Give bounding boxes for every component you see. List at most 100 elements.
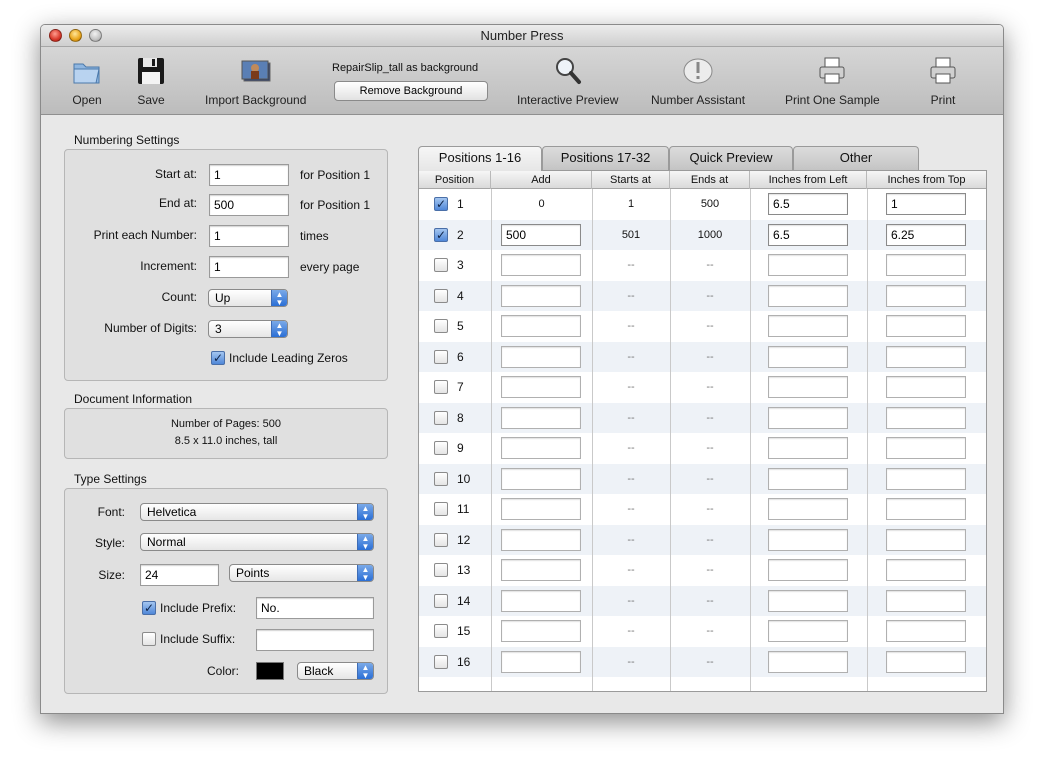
print-one-sample-button[interactable]: Print One Sample <box>785 55 880 107</box>
color-popup[interactable]: Black ▲ ▼ <box>297 662 374 680</box>
position-enable-checkbox[interactable] <box>434 532 448 547</box>
add-field[interactable] <box>501 254 581 276</box>
position-enable-checkbox[interactable] <box>434 471 448 486</box>
position-enable-checkbox[interactable] <box>434 349 448 364</box>
position-enable-checkbox[interactable] <box>434 563 448 577</box>
inches-from-left-field[interactable] <box>768 315 848 337</box>
inches-from-left-field[interactable] <box>768 559 848 581</box>
count-value: Up <box>215 291 231 305</box>
inches-from-left-field[interactable] <box>768 284 848 307</box>
position-enable-checkbox[interactable] <box>434 441 448 455</box>
add-field[interactable]: 500 <box>501 223 581 246</box>
add-field[interactable] <box>501 315 581 337</box>
inches-from-top-field[interactable]: 6.25 <box>886 223 966 246</box>
print-button[interactable]: Print <box>927 55 959 107</box>
add-field[interactable] <box>501 437 581 459</box>
position-enable-checkbox[interactable]: ✓ <box>434 197 448 211</box>
inches-from-left-field[interactable] <box>768 437 848 459</box>
position-enable-checkbox[interactable] <box>434 654 448 669</box>
increment-field[interactable]: 1 <box>209 256 289 278</box>
position-number: 10 <box>457 471 471 486</box>
inches-from-top-field[interactable] <box>886 315 966 337</box>
open-button[interactable]: Open <box>71 55 103 107</box>
inches-from-top-field[interactable] <box>886 376 966 398</box>
add-field[interactable] <box>501 528 581 551</box>
end-at-field[interactable]: 500 <box>209 194 289 216</box>
interactive-preview-button[interactable]: Interactive Preview <box>517 55 618 107</box>
position-number: 15 <box>457 624 471 638</box>
inches-from-top-field[interactable] <box>886 254 966 276</box>
column-header-starts-at: Starts at <box>592 171 670 189</box>
include-prefix-checkbox[interactable]: ✓ <box>142 601 156 615</box>
digits-popup[interactable]: 3 ▲ ▼ <box>208 320 288 338</box>
position-enable-checkbox[interactable] <box>434 288 448 303</box>
inches-from-top-field[interactable] <box>886 498 966 520</box>
inches-from-top-field[interactable] <box>886 620 966 642</box>
position-number: 2 <box>457 227 464 242</box>
inches-from-top-field[interactable] <box>886 650 966 673</box>
inches-from-left-field[interactable] <box>768 345 848 368</box>
inches-from-left-field[interactable] <box>768 650 848 673</box>
inches-from-top-field[interactable] <box>886 284 966 307</box>
position-enable-checkbox[interactable]: ✓ <box>434 227 448 242</box>
inches-from-top-field[interactable]: 1 <box>886 193 966 215</box>
position-enable-checkbox[interactable] <box>434 380 448 394</box>
inches-from-top-field[interactable] <box>886 406 966 429</box>
add-field[interactable] <box>501 498 581 520</box>
size-field[interactable]: 24 <box>140 564 219 586</box>
add-field[interactable] <box>501 467 581 490</box>
prefix-field[interactable]: No. <box>256 597 374 619</box>
inches-from-top-field[interactable] <box>886 437 966 459</box>
tab-other[interactable]: Other <box>793 146 919 170</box>
inches-from-top-field[interactable] <box>886 589 966 612</box>
add-field[interactable] <box>501 406 581 429</box>
position-enable-checkbox[interactable] <box>434 258 448 272</box>
number-assistant-button[interactable]: Number Assistant <box>651 55 745 107</box>
inches-from-left-field[interactable] <box>768 589 848 612</box>
size-unit-popup[interactable]: Points ▲ ▼ <box>229 564 374 582</box>
inches-from-left-field[interactable] <box>768 254 848 276</box>
color-swatch[interactable] <box>256 662 284 680</box>
add-field[interactable] <box>501 589 581 612</box>
import-background-button[interactable]: Import Background <box>205 55 306 107</box>
add-field[interactable] <box>501 284 581 307</box>
position-enable-checkbox[interactable] <box>434 624 448 638</box>
inches-from-left-field[interactable]: 6.5 <box>768 193 848 215</box>
add-field[interactable] <box>501 650 581 673</box>
position-enable-checkbox[interactable] <box>434 502 448 516</box>
inches-from-left-field[interactable] <box>768 467 848 490</box>
inches-from-left-field[interactable] <box>768 498 848 520</box>
inches-from-top-field[interactable] <box>886 528 966 551</box>
digits-value: 3 <box>215 322 222 336</box>
font-popup[interactable]: Helvetica ▲ ▼ <box>140 503 374 521</box>
add-field[interactable] <box>501 559 581 581</box>
inches-from-top-field[interactable] <box>886 345 966 368</box>
add-field[interactable] <box>501 376 581 398</box>
tab-positions-1-16[interactable]: Positions 1-16 <box>418 146 542 171</box>
inches-from-left-field[interactable] <box>768 620 848 642</box>
tab-positions-17-32[interactable]: Positions 17-32 <box>542 146 669 170</box>
suffix-field[interactable] <box>256 629 374 651</box>
remove-background-button[interactable]: Remove Background <box>334 81 488 101</box>
tab-quick-preview[interactable]: Quick Preview <box>669 146 793 170</box>
style-label: Style: <box>94 536 125 550</box>
include-suffix-checkbox[interactable] <box>142 632 156 646</box>
position-enable-checkbox[interactable] <box>434 319 448 333</box>
add-field[interactable] <box>501 620 581 642</box>
count-popup[interactable]: Up ▲ ▼ <box>208 289 288 307</box>
inches-from-left-field[interactable] <box>768 406 848 429</box>
inches-from-top-field[interactable] <box>886 559 966 581</box>
style-popup[interactable]: Normal ▲ ▼ <box>140 533 374 551</box>
inches-from-top-field[interactable] <box>886 467 966 490</box>
leading-zeros-checkbox[interactable]: ✓ <box>211 351 225 365</box>
start-at-field[interactable]: 1 <box>209 164 289 186</box>
add-field[interactable] <box>501 345 581 368</box>
inches-from-left-field[interactable]: 6.5 <box>768 223 848 246</box>
save-button[interactable]: Save <box>135 55 167 107</box>
inches-from-left-field[interactable] <box>768 528 848 551</box>
inches-from-left-field[interactable] <box>768 376 848 398</box>
size-label: Size: <box>98 568 125 582</box>
position-enable-checkbox[interactable] <box>434 593 448 608</box>
print-each-number-field[interactable]: 1 <box>209 225 289 247</box>
position-enable-checkbox[interactable] <box>434 410 448 425</box>
